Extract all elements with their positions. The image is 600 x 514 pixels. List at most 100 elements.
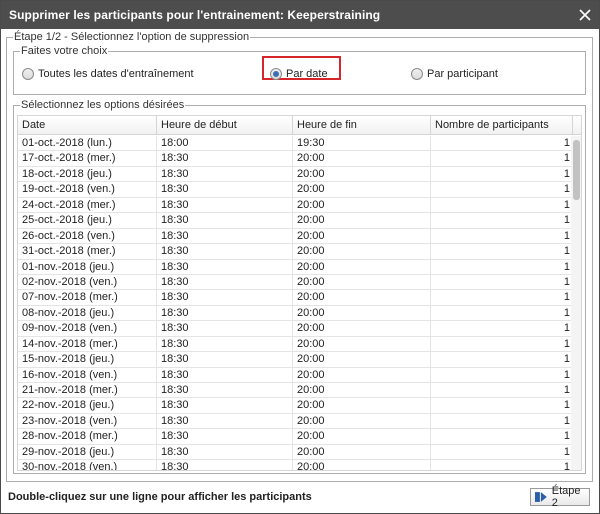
table-row[interactable]: 23-nov.-2018 (ven.) 18:30 20:00 1 [18, 413, 573, 430]
cell-date: 18-oct.-2018 (jeu.) [18, 166, 157, 182]
cell-date: 07-nov.-2018 (mer.) [18, 290, 157, 306]
table-row[interactable]: 01-nov.-2018 (jeu.) 18:30 20:00 1 [18, 259, 573, 275]
cell-participants: 1 [431, 321, 573, 337]
cell-date: 31-oct.-2018 (mer.) [18, 244, 157, 260]
cell-start-time: 18:30 [157, 321, 293, 337]
window-title: Supprimer les participants pour l'entrai… [9, 8, 381, 22]
cell-participants: 1 [431, 367, 573, 383]
options-legend: Sélectionnez les options désirées [20, 99, 186, 111]
table-row[interactable]: 30-nov.-2018 (ven.) 18:30 20:00 1 [18, 460, 573, 470]
table-row[interactable]: 16-nov.-2018 (ven.) 18:30 20:00 1 [18, 367, 573, 383]
cell-participants: 1 [431, 352, 573, 368]
column-header-participants[interactable]: Nombre de participants [431, 116, 573, 135]
cell-start-time: 18:30 [157, 274, 293, 290]
table-row[interactable]: 15-nov.-2018 (jeu.) 18:30 20:00 1 [18, 352, 573, 368]
table-row[interactable]: 24-oct.-2018 (mer.) 18:30 20:00 1 [18, 197, 573, 214]
cell-end-time: 20:00 [293, 336, 431, 352]
table-row[interactable]: 14-nov.-2018 (mer.) 18:30 20:00 1 [18, 336, 573, 353]
close-button[interactable] [575, 5, 595, 25]
cell-start-time: 18:30 [157, 367, 293, 383]
cell-date: 01-oct.-2018 (lun.) [18, 136, 157, 151]
cell-date: 30-nov.-2018 (ven.) [18, 460, 157, 470]
cell-start-time: 18:30 [157, 398, 293, 414]
cell-date: 24-oct.-2018 (mer.) [18, 197, 157, 213]
cell-participants: 1 [431, 460, 573, 470]
cell-participants: 1 [431, 244, 573, 260]
cell-start-time: 18:30 [157, 166, 293, 182]
options-groupbox: Sélectionnez les options désirées Date H… [13, 99, 586, 474]
radio-all-dates[interactable]: Toutes les dates d'entraînement [22, 66, 194, 82]
cell-end-time: 20:00 [293, 182, 431, 198]
cell-start-time: 18:30 [157, 429, 293, 445]
cell-end-time: 20:00 [293, 383, 431, 398]
table-row[interactable]: 01-oct.-2018 (lun.) 18:00 19:30 1 [18, 136, 573, 152]
cell-date: 08-nov.-2018 (jeu.) [18, 305, 157, 321]
next-step-label: Étape 2 [551, 485, 581, 509]
cell-start-time: 18:30 [157, 182, 293, 198]
cell-participants: 1 [431, 228, 573, 244]
table-row[interactable]: 07-nov.-2018 (mer.) 18:30 20:00 1 [18, 290, 573, 306]
cell-participants: 1 [431, 383, 573, 398]
cell-start-time: 18:30 [157, 151, 293, 167]
radio-by-date-circle[interactable] [270, 68, 282, 80]
vertical-scrollbar[interactable] [571, 136, 581, 470]
column-header-date[interactable]: Date [18, 116, 157, 135]
cell-participants: 1 [431, 136, 573, 151]
table-row[interactable]: 21-nov.-2018 (mer.) 18:30 20:00 1 [18, 383, 573, 399]
table-row[interactable]: 18-oct.-2018 (jeu.) 18:30 20:00 1 [18, 166, 573, 183]
cell-end-time: 20:00 [293, 352, 431, 368]
cell-start-time: 18:30 [157, 460, 293, 470]
table-row[interactable]: 25-oct.-2018 (jeu.) 18:30 20:00 1 [18, 213, 573, 229]
cell-date: 16-nov.-2018 (ven.) [18, 367, 157, 383]
cell-end-time: 20:00 [293, 274, 431, 290]
title-bar: Supprimer les participants pour l'entrai… [1, 1, 599, 29]
table-row[interactable]: 29-nov.-2018 (jeu.) 18:30 20:00 1 [18, 444, 573, 461]
cell-start-time: 18:30 [157, 290, 293, 306]
cell-date: 29-nov.-2018 (jeu.) [18, 444, 157, 460]
cell-date: 22-nov.-2018 (jeu.) [18, 398, 157, 414]
radio-by-date-label: Par date [286, 68, 328, 80]
grid-rows: 01-oct.-2018 (lun.) 18:00 19:30 1 17-oct.-20… [18, 136, 573, 470]
table-row[interactable]: 08-nov.-2018 (jeu.) 18:30 20:00 1 [18, 305, 573, 322]
cell-end-time: 20:00 [293, 305, 431, 321]
cell-participants: 1 [431, 166, 573, 182]
radio-by-date[interactable]: Par date [270, 66, 328, 82]
column-header-end-time[interactable]: Heure de fin [293, 116, 431, 135]
table-row[interactable]: 09-nov.-2018 (ven.) 18:30 20:00 1 [18, 321, 573, 337]
table-row[interactable]: 28-nov.-2018 (mer.) 18:30 20:00 1 [18, 429, 573, 445]
cell-participants: 1 [431, 429, 573, 445]
radio-by-participant-circle[interactable] [411, 68, 423, 80]
cell-end-time: 20:00 [293, 213, 431, 229]
cell-participants: 1 [431, 182, 573, 198]
footer-hint: Double-cliquez sur une ligne pour affich… [8, 491, 312, 503]
cell-date: 01-nov.-2018 (jeu.) [18, 259, 157, 275]
cell-date: 17-oct.-2018 (mer.) [18, 151, 157, 167]
grid-header: Date Heure de début Heure de fin Nombre … [18, 116, 581, 135]
cell-participants: 1 [431, 444, 573, 460]
dates-grid[interactable]: Date Heure de début Heure de fin Nombre … [17, 115, 582, 471]
column-header-start-time[interactable]: Heure de début [157, 116, 293, 135]
next-step-button[interactable]: Étape 2 [530, 485, 590, 509]
radio-by-participant[interactable]: Par participant [411, 66, 498, 82]
cell-participants: 1 [431, 413, 573, 429]
table-row[interactable]: 02-nov.-2018 (ven.) 18:30 20:00 1 [18, 274, 573, 291]
step-groupbox: Étape 1/2 - Sélectionnez l'option de sup… [6, 31, 593, 482]
cell-date: 21-nov.-2018 (mer.) [18, 383, 157, 398]
scrollbar-thumb[interactable] [573, 140, 580, 200]
table-row[interactable]: 17-oct.-2018 (mer.) 18:30 20:00 1 [18, 151, 573, 167]
radio-all-dates-circle[interactable] [22, 68, 34, 80]
cell-date: 23-nov.-2018 (ven.) [18, 413, 157, 429]
table-row[interactable]: 19-oct.-2018 (ven.) 18:30 20:00 1 [18, 182, 573, 198]
table-row[interactable]: 22-nov.-2018 (jeu.) 18:30 20:00 1 [18, 398, 573, 414]
step-legend: Étape 1/2 - Sélectionnez l'option de sup… [13, 31, 251, 43]
cell-end-time: 20:00 [293, 244, 431, 260]
table-row[interactable]: 26-oct.-2018 (ven.) 18:30 20:00 1 [18, 228, 573, 245]
table-row[interactable]: 31-oct.-2018 (mer.) 18:30 20:00 1 [18, 244, 573, 260]
cell-end-time: 20:00 [293, 413, 431, 429]
cell-end-time: 19:30 [293, 136, 431, 151]
cell-start-time: 18:30 [157, 259, 293, 275]
choice-groupbox: Faites votre choix Toutes les dates d'en… [13, 45, 586, 95]
cell-start-time: 18:30 [157, 244, 293, 260]
cell-start-time: 18:30 [157, 444, 293, 460]
cell-end-time: 20:00 [293, 398, 431, 414]
